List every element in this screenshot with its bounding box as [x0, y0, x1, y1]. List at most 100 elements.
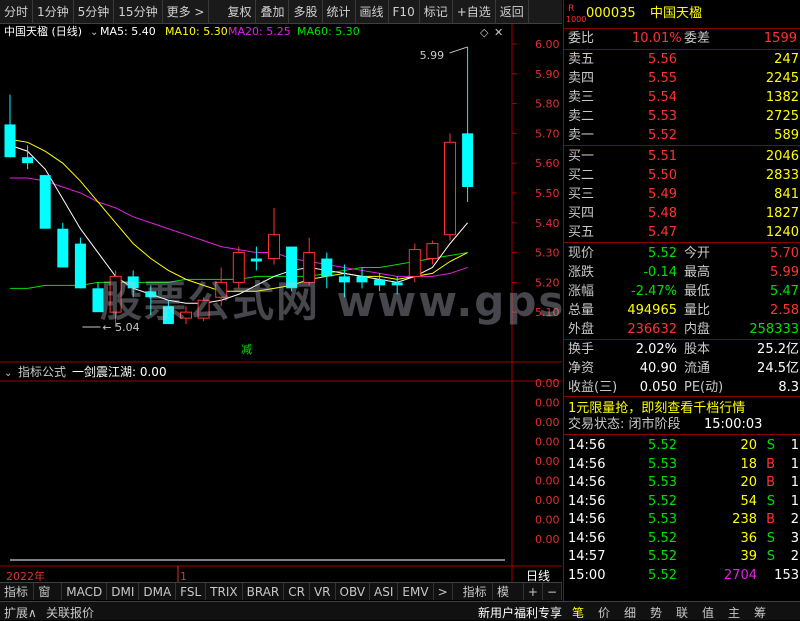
indicator-tab-14[interactable]: 指标B	[459, 583, 493, 617]
diamond-icon[interactable]: ◇	[480, 26, 489, 39]
trade-status-time: 15:00:03	[704, 417, 763, 432]
ma5-label: MA5: 5.40	[100, 25, 156, 38]
status-tab-5[interactable]: 联	[676, 604, 688, 621]
candle[interactable]	[444, 133, 456, 241]
period-tab-4[interactable]: 更多 >	[163, 0, 210, 24]
status-tab-8[interactable]: 筹	[754, 604, 766, 621]
candle[interactable]	[92, 282, 104, 313]
candle[interactable]	[321, 252, 333, 289]
indicator-tab-10[interactable]: OBV	[336, 583, 371, 600]
fundamental-value-2: 24.5亿	[757, 361, 799, 376]
indicator-tab-11[interactable]: ASI	[370, 583, 399, 600]
candle[interactable]	[162, 300, 174, 325]
period-tab-2[interactable]: 5分钟	[74, 0, 115, 24]
stat-value-2: 5.99	[770, 265, 799, 280]
indicator-tab-0[interactable]: 指标A	[0, 583, 35, 617]
price-tick-label: 5.90	[535, 68, 560, 81]
period-tab-0[interactable]: 分时	[0, 0, 34, 24]
tool-button-2[interactable]: 多股	[289, 0, 323, 24]
ask-row: 卖四 5.55 2245	[564, 68, 800, 89]
chevron-down-icon[interactable]: ⌄	[90, 27, 98, 38]
candle-body-down	[22, 157, 34, 164]
candle[interactable]	[145, 285, 157, 316]
tool-button-4[interactable]: 画线	[356, 0, 389, 24]
kline-chart[interactable]: 中国天楹 (日线) MA5: 5.40 MA10: 5.30 MA20: 5.25 MA…	[0, 24, 562, 582]
indicator-tab-6[interactable]: TRIX	[206, 583, 243, 600]
ma20-label: MA20: 5.25	[228, 25, 291, 38]
candle-body-up	[215, 281, 228, 298]
candle[interactable]	[286, 246, 298, 292]
badge-num: 1000	[566, 15, 587, 24]
candle-body-up	[232, 252, 245, 283]
indicator-tabs: 指标A窗口MACDDMIDMAFSLTRIXBRARCRVROBVASIEMV>…	[0, 582, 563, 617]
tool-button-5[interactable]: F10	[389, 0, 420, 24]
ask-volume: 247	[774, 52, 799, 67]
stat-row: 现价 5.52 今开 5.70	[564, 243, 800, 264]
indicator-tab-3[interactable]: DMI	[107, 583, 140, 600]
tool-button-8[interactable]: 返回	[496, 0, 529, 24]
weicha-value: 1599	[763, 31, 797, 46]
period-tab-3[interactable]: 15分钟	[114, 0, 163, 24]
tool-button-3[interactable]: 统计	[323, 0, 356, 24]
tool-button-1[interactable]: 叠加	[256, 0, 290, 24]
bid-row: 买一 5.51 2046	[564, 146, 800, 167]
status-tab-4[interactable]: 势	[650, 604, 662, 621]
candle[interactable]	[109, 270, 122, 328]
close-icon[interactable]: ✕	[494, 26, 503, 39]
ask-label: 卖三	[568, 90, 595, 105]
candle-body-down	[462, 133, 474, 187]
candle-body-down	[92, 288, 104, 313]
bid-volume: 1240	[765, 225, 799, 240]
status-tab-1[interactable]: 笔	[572, 604, 584, 621]
status-tab-7[interactable]: 主	[728, 604, 740, 621]
candle[interactable]	[74, 237, 86, 289]
indicator-tab-5[interactable]: FSL	[176, 583, 207, 600]
status-tab-6[interactable]: 值	[702, 604, 714, 621]
candle-body-down	[57, 228, 69, 268]
candle[interactable]	[22, 145, 34, 170]
candle[interactable]	[268, 207, 280, 265]
candle[interactable]	[180, 306, 192, 325]
tool-button-6[interactable]: 标记	[420, 0, 453, 24]
stat-label: 涨幅	[568, 284, 595, 299]
candle[interactable]	[303, 237, 316, 286]
candle[interactable]	[4, 94, 16, 158]
bid-volume: 841	[774, 187, 799, 202]
stat-value-2: 5.70	[770, 246, 799, 261]
status-tab-2[interactable]: 价	[598, 604, 610, 621]
indicator-tab-17[interactable]: −	[543, 583, 563, 600]
status-tab-0[interactable]: 新用户福利专享	[478, 604, 562, 621]
candle[interactable]	[57, 222, 69, 268]
ask-volume: 1382	[765, 90, 799, 105]
tool-button-7[interactable]: +自选	[453, 0, 496, 24]
candle[interactable]	[462, 46, 474, 202]
indicator-tab-13[interactable]: >	[434, 583, 453, 600]
indicator-tab-2[interactable]: MACD	[62, 583, 108, 600]
indicator-tab-7[interactable]: BRAR	[243, 583, 285, 600]
indicator-tab-12[interactable]: EMV	[398, 583, 434, 600]
indicator-tab-8[interactable]: CR	[284, 583, 310, 600]
ask-volume: 2725	[765, 109, 799, 124]
candle[interactable]	[426, 240, 439, 265]
tool-button-0[interactable]: 复权	[223, 0, 257, 24]
status-tab-3[interactable]: 细	[624, 604, 636, 621]
chevron-down-icon[interactable]: ⌄	[4, 368, 12, 379]
candle[interactable]	[232, 246, 245, 289]
divider	[564, 396, 800, 397]
indicator-tab-9[interactable]: VR	[310, 583, 336, 600]
indicator-tab-16[interactable]: +	[524, 583, 543, 600]
period-tab-1[interactable]: 1分钟	[33, 0, 74, 24]
indicator-tab-4[interactable]: DMA	[139, 583, 177, 600]
related-quote-button[interactable]: 关联报价	[46, 604, 94, 621]
candle[interactable]	[197, 297, 210, 322]
chart-title: 中国天楹 (日线)	[4, 24, 82, 38]
indicator-tab-15[interactable]: 模 板	[493, 583, 524, 617]
expand-button[interactable]: 扩展∧	[4, 604, 37, 621]
indicator-tick-label: 0.00	[535, 533, 560, 546]
indicator-tab-1[interactable]: 窗口	[34, 583, 63, 617]
candle[interactable]	[408, 243, 421, 283]
candle[interactable]	[39, 175, 51, 229]
period-label[interactable]: 日线	[526, 569, 550, 582]
candle[interactable]	[127, 270, 139, 298]
candle[interactable]	[250, 246, 262, 271]
